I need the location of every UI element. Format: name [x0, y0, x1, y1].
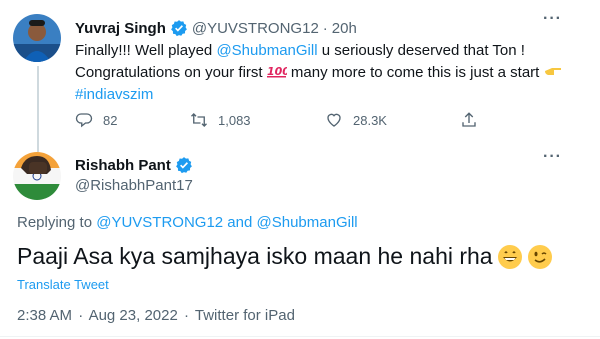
- tweet1-author-handle[interactable]: @YUVSTRONG12: [192, 20, 319, 37]
- translate-tweet-link[interactable]: Translate Tweet: [17, 277, 109, 292]
- verified-icon: [175, 156, 193, 174]
- tweet1-actions: 82 1,083 28.3K: [75, 111, 495, 131]
- like-button[interactable]: 28.3K: [325, 111, 387, 129]
- rishabh-avatar[interactable]: [13, 152, 61, 200]
- retweet-count: 1,083: [218, 112, 251, 128]
- tweet2-meta: 2:38 AM · Aug 23, 2022 · Twitter for iPa…: [17, 307, 297, 324]
- winking-face-icon: [527, 244, 553, 270]
- replying-to-mention[interactable]: @ShubmanGill: [257, 214, 358, 231]
- divider: [0, 336, 600, 337]
- tweet1-author-name[interactable]: Yuvraj Singh: [75, 20, 166, 37]
- reply-icon: [75, 113, 93, 128]
- replying-to-mention[interactable]: @YUVSTRONG12: [96, 214, 223, 231]
- replying-to-line: Replying to @YUVSTRONG12 and @ShubmanGil…: [17, 214, 358, 231]
- tweet1-text-part: u seriously deserved that Ton !: [317, 42, 525, 59]
- thread-connector-line: [37, 66, 39, 152]
- like-icon: [327, 113, 341, 127]
- retweet-icon: [191, 113, 207, 127]
- tweet1-timestamp[interactable]: 20h: [332, 20, 357, 37]
- replying-to-and[interactable]: and: [223, 214, 256, 231]
- tweet1-text-part: Congratulations on your first: [75, 64, 267, 81]
- reply-button[interactable]: 82: [75, 111, 117, 129]
- tweet1-text-part: Finally!!! Well played: [75, 42, 217, 59]
- like-count: 28.3K: [353, 112, 387, 128]
- yuvraj-avatar[interactable]: [13, 14, 61, 62]
- tweet2-time[interactable]: 2:38 AM: [17, 307, 72, 324]
- verified-icon: [170, 19, 188, 37]
- replying-to-label: Replying to: [17, 214, 97, 231]
- separator-dot: ·: [183, 307, 189, 324]
- retweet-button[interactable]: 1,083: [190, 111, 251, 129]
- share-button[interactable]: [460, 111, 488, 129]
- more-options-icon[interactable]: ···: [543, 148, 562, 166]
- backhand-pointing-icon: [544, 64, 562, 81]
- hundred-points-icon: 100: [266, 64, 290, 81]
- hashtag-link[interactable]: #indiavszim: [75, 86, 153, 103]
- more-options-icon[interactable]: ···: [543, 10, 562, 28]
- tweet2-source[interactable]: Twitter for iPad: [195, 307, 295, 324]
- grinning-face-icon: [497, 244, 523, 270]
- tweet2-author-name-row: Rishabh Pant: [75, 156, 193, 174]
- mention-link[interactable]: @ShubmanGill: [216, 42, 317, 59]
- tweet2-author-name[interactable]: Rishabh Pant: [75, 157, 171, 174]
- reply-count: 82: [103, 112, 118, 128]
- tweet1-body: Finally!!! Well played @ShubmanGill u se…: [75, 40, 575, 106]
- tweet1-text-part: many more to come this is just a start: [286, 64, 544, 81]
- tweet2-date[interactable]: Aug 23, 2022: [89, 307, 178, 324]
- separator-dot: ·: [78, 307, 84, 324]
- tweet2-author-handle[interactable]: @RishabhPant17: [75, 177, 193, 194]
- tweet2-body: Paaji Asa kya samjhaya isko maan he nahi…: [17, 243, 553, 270]
- separator-dot: ·: [322, 19, 328, 37]
- tweet2-text: Paaji Asa kya samjhaya isko maan he nahi…: [17, 243, 493, 269]
- tweet1-header: Yuvraj Singh @YUVSTRONG12 · 20h: [75, 19, 357, 37]
- share-icon: [462, 112, 476, 127]
